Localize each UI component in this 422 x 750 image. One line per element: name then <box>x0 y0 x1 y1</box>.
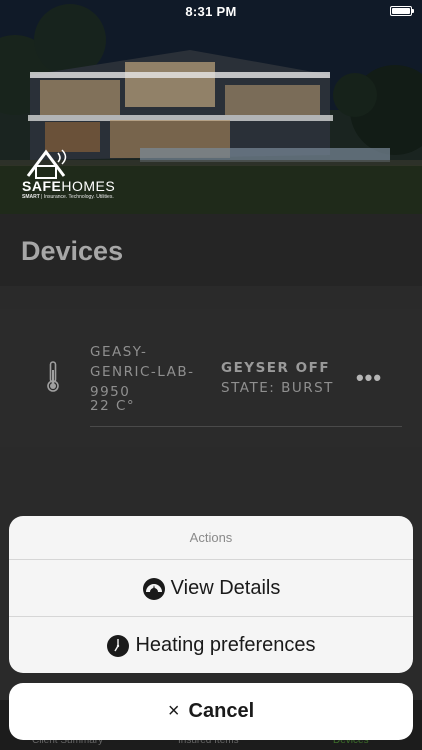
cancel-label: Cancel <box>188 700 255 722</box>
heating-preferences-label: Heating preferences <box>135 634 316 656</box>
action-sheet-title: Actions <box>189 530 233 545</box>
hero-image: SAFEHOMES SMART | Insurance. Technology.… <box>0 0 422 214</box>
battery-icon <box>390 6 414 16</box>
status-time: 8:31 PM <box>185 3 237 19</box>
more-options-button[interactable]: ••• <box>355 367 383 389</box>
house-logo-icon <box>26 149 67 179</box>
clock-icon <box>107 634 130 657</box>
device-status: GEYSER OFF <box>221 360 331 376</box>
cancel-button[interactable]: × Cancel <box>9 683 413 740</box>
device-temperature: 22 C° <box>90 398 136 414</box>
page-title: Devices <box>21 236 124 266</box>
app-screen: SAFEHOMES SMART | Insurance. Technology.… <box>0 0 422 750</box>
device-divider <box>90 426 402 427</box>
status-bar: 8:31 PM <box>0 0 422 22</box>
device-state: STATE: BURST <box>221 380 334 396</box>
heating-preferences-button[interactable]: Heating preferences <box>9 617 413 673</box>
close-icon: × <box>167 700 180 722</box>
gauge-icon <box>142 577 165 600</box>
view-details-button[interactable]: View Details <box>9 560 413 617</box>
device-name: GEASY-GENRIC-LAB-9950 <box>90 344 195 400</box>
brand-name: SAFEHOMES <box>22 178 116 194</box>
view-details-label: View Details <box>170 577 281 599</box>
safehomes-logo: SAFEHOMES SMART | Insurance. Technology.… <box>22 146 132 202</box>
action-sheet: Actions View Details Heating preferences <box>9 516 413 673</box>
brand-tagline: SMART | Insurance. Technology. Utilities… <box>22 194 114 200</box>
thermometer-icon <box>47 361 59 392</box>
